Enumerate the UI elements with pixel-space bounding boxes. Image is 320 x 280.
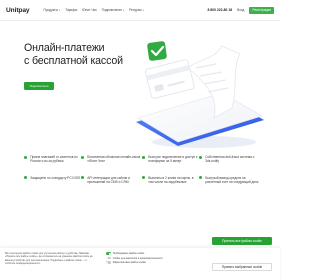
feature-item: Бесплатная облачная онлайн-касса «Юнит Ч…	[81, 155, 142, 164]
check-bullet-icon	[24, 155, 28, 159]
login-link[interactable]: Вход	[237, 8, 244, 12]
feature-item: Собственная anti-fraud система с 3ds-not…	[199, 155, 259, 164]
header-divider	[0, 20, 280, 21]
features-grid: Прием платежей от клиентов из России и и…	[24, 155, 268, 184]
check-bullet-icon	[24, 176, 28, 180]
feature-text: Собственная anti-fraud система с 3ds-not…	[205, 155, 255, 164]
cookie-option-label: Cookie для аналитики и производительност…	[112, 256, 163, 260]
nav-item-resources[interactable]: Ресурсы ▾	[129, 8, 144, 12]
main-nav: Продукты ▾ Тарифы Юнит Чек Подключение ▾…	[43, 8, 144, 12]
toggle-switch[interactable]	[106, 261, 111, 264]
chevron-down-icon: ▾	[142, 8, 145, 12]
feature-text: Прием платежей от клиентов из России и и…	[30, 155, 78, 164]
nav-item-unit-check[interactable]: Юнит Чек	[82, 8, 96, 12]
connect-button[interactable]: Подключиться	[24, 82, 54, 90]
cookie-options: Необходимые файлы cookie Cookie для анал…	[106, 252, 163, 264]
cookie-option-marketing[interactable]: Маркетинговые файлы cookie	[106, 261, 163, 264]
check-bullet-icon	[81, 176, 85, 180]
feature-item: Выплаты в 2 клика на карты, в том числе …	[142, 176, 199, 185]
cookie-option-label: Необходимые файлы cookie	[112, 252, 145, 255]
register-button[interactable]: Регистрация	[249, 6, 274, 14]
feature-text: Быстрый вывод средств на расчетный счет …	[205, 175, 259, 184]
toggle-switch[interactable]	[106, 256, 111, 260]
accept-selected-cookies-button[interactable]: Принять выбранные cookie	[212, 263, 272, 271]
nav-item-tariffs[interactable]: Тарифы	[65, 8, 77, 12]
check-bullet-icon	[81, 155, 85, 159]
chevron-down-icon: ▾	[122, 8, 125, 12]
cookie-text: Мы используем файлы cookie для улучшения…	[5, 252, 93, 265]
chevron-down-icon: ▾	[58, 8, 61, 12]
feature-text: Выплаты в 2 клика на карты, в том числе …	[148, 175, 194, 184]
feature-item: Прием платежей от клиентов из России и и…	[24, 155, 81, 164]
feature-item: Защищено по стандарту PCI DSS	[24, 176, 81, 185]
cookie-option-analytics[interactable]: Cookie для аналитики и производительност…	[106, 257, 163, 260]
cookie-option-necessary[interactable]: Необходимые файлы cookie	[106, 252, 163, 255]
check-bullet-icon	[142, 155, 146, 159]
phone-number[interactable]: 8 800 222-80 18	[207, 8, 232, 12]
feature-item: API интеграция для сайтов и приложений н…	[81, 176, 142, 185]
check-bullet-icon	[199, 155, 203, 159]
feature-text: Защищено по стандарту PCI DSS	[30, 175, 81, 180]
nav-label: Ресурсы	[129, 8, 142, 12]
nav-item-connection[interactable]: Подключение ▾	[102, 8, 125, 12]
accept-all-cookies-button[interactable]: Принять все файлы cookie	[212, 237, 272, 245]
nav-label: Подключение	[101, 8, 122, 12]
nav-label: Тарифы	[65, 8, 78, 12]
phone-receipt-illustration	[136, 41, 264, 148]
feature-text: API интеграция для сайтов и приложений н…	[87, 175, 130, 184]
feature-item: Быстрый вывод средств на расчетный счет …	[199, 176, 259, 185]
header-actions: 8 800 222-80 18 Вход Регистрация	[207, 6, 274, 14]
feature-item: Быстрое подключение и доступ к платформе…	[142, 155, 199, 164]
feature-text: Бесплатная облачная онлайн-касса «Юнит Ч…	[87, 155, 141, 164]
nav-item-products[interactable]: Продукты ▾	[43, 8, 60, 12]
check-bullet-icon	[199, 176, 203, 180]
cookie-option-label: Маркетинговые файлы cookie	[112, 261, 146, 265]
site-header: Unitpay Продукты ▾ Тарифы Юнит Чек Подкл…	[0, 0, 280, 20]
unitpay-logo[interactable]: Unitpay	[6, 7, 30, 14]
feature-text: Быстрое подключение и доступ к платформе…	[148, 155, 198, 164]
nav-label: Юнит Чек	[82, 8, 97, 12]
nav-label: Продукты	[43, 8, 58, 12]
toggle-switch[interactable]	[106, 252, 111, 255]
check-bullet-icon	[142, 176, 146, 180]
